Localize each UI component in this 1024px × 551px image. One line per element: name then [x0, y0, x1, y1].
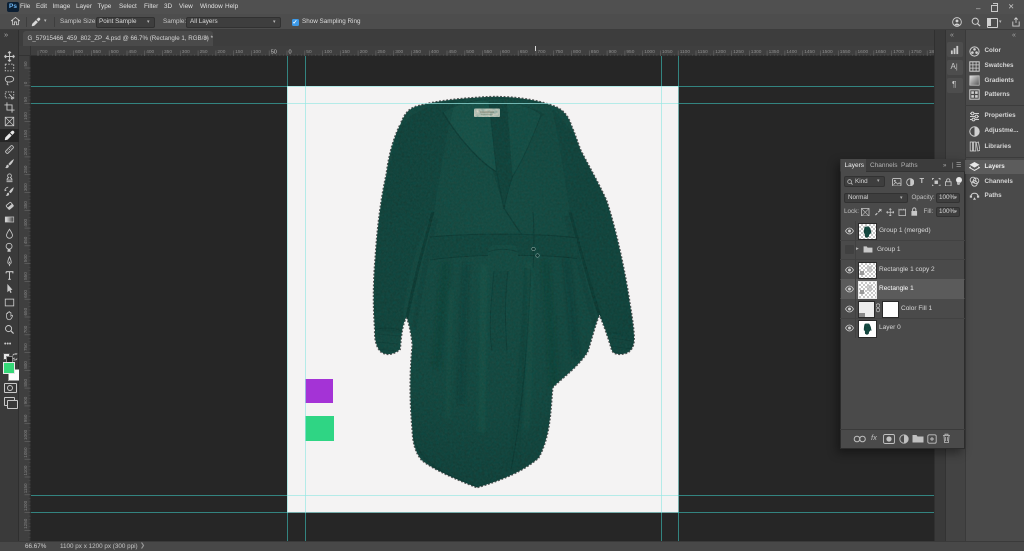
- svg-text:600: 600: [501, 49, 509, 55]
- svg-text:750: 750: [555, 49, 563, 55]
- svg-text:1750: 1750: [910, 49, 921, 55]
- svg-text:600: 600: [23, 290, 28, 298]
- svg-text:650: 650: [23, 307, 28, 315]
- svg-text:350: 350: [413, 49, 421, 55]
- svg-text:750: 750: [23, 343, 28, 351]
- svg-text:1150: 1150: [697, 49, 708, 55]
- svg-text:0: 0: [288, 50, 291, 56]
- svg-text:450: 450: [23, 236, 28, 244]
- svg-text:500: 500: [466, 49, 474, 55]
- svg-text:50: 50: [23, 61, 28, 67]
- svg-text:100: 100: [324, 49, 332, 55]
- svg-text:1300: 1300: [750, 49, 761, 55]
- svg-text:1700: 1700: [893, 49, 904, 55]
- svg-text:950: 950: [626, 49, 634, 55]
- svg-text:400: 400: [23, 218, 28, 226]
- svg-text:950: 950: [23, 414, 28, 422]
- svg-text:150: 150: [341, 49, 349, 55]
- svg-text:850: 850: [590, 49, 598, 55]
- svg-text:550: 550: [23, 272, 28, 280]
- svg-text:500: 500: [110, 49, 118, 55]
- svg-text:1250: 1250: [733, 49, 744, 55]
- svg-text:0: 0: [23, 81, 28, 84]
- svg-text:650: 650: [519, 49, 527, 55]
- svg-text:300: 300: [395, 49, 403, 55]
- svg-text:700: 700: [23, 325, 28, 333]
- svg-text:550: 550: [484, 49, 492, 55]
- svg-text:850: 850: [23, 378, 28, 386]
- svg-text:400: 400: [430, 49, 438, 55]
- svg-text:200: 200: [217, 49, 225, 55]
- svg-text:550: 550: [92, 49, 100, 55]
- svg-text:1650: 1650: [875, 49, 886, 55]
- svg-text:1050: 1050: [661, 49, 672, 55]
- svg-text:150: 150: [23, 129, 28, 137]
- svg-text:1050: 1050: [23, 447, 28, 458]
- svg-text:1150: 1150: [23, 483, 28, 493]
- svg-text:650: 650: [57, 49, 65, 55]
- svg-text:700: 700: [537, 49, 545, 55]
- svg-text:1000: 1000: [23, 429, 28, 440]
- svg-text:350: 350: [23, 201, 28, 209]
- svg-text:250: 250: [23, 165, 28, 173]
- svg-text:250: 250: [199, 49, 207, 55]
- svg-text:500: 500: [23, 254, 28, 262]
- svg-text:1600: 1600: [857, 49, 868, 55]
- svg-text:450: 450: [448, 49, 456, 55]
- svg-text:450: 450: [128, 49, 136, 55]
- svg-text:1500: 1500: [822, 49, 833, 55]
- svg-text:100: 100: [252, 49, 260, 55]
- svg-text:1250: 1250: [23, 518, 28, 529]
- svg-text:400: 400: [146, 49, 154, 55]
- svg-text:1200: 1200: [23, 500, 28, 511]
- svg-text:1450: 1450: [804, 49, 815, 55]
- svg-text:200: 200: [23, 147, 28, 155]
- svg-text:1100: 1100: [679, 49, 690, 55]
- svg-text:1550: 1550: [839, 49, 850, 55]
- svg-text:900: 900: [23, 396, 28, 404]
- svg-text:350: 350: [164, 49, 172, 55]
- svg-text:1000: 1000: [644, 49, 655, 55]
- svg-text:300: 300: [181, 49, 189, 55]
- svg-text:250: 250: [377, 49, 385, 55]
- svg-text:200: 200: [359, 49, 367, 55]
- svg-text:300: 300: [23, 183, 28, 191]
- svg-text:100: 100: [23, 112, 28, 120]
- svg-text:1100: 1100: [23, 465, 28, 475]
- svg-text:800: 800: [23, 361, 28, 369]
- svg-text:1200: 1200: [715, 49, 726, 55]
- svg-text:50: 50: [270, 50, 276, 56]
- svg-text:50: 50: [306, 49, 312, 55]
- svg-text:1400: 1400: [786, 49, 797, 55]
- svg-text:1350: 1350: [768, 49, 779, 55]
- svg-text:900: 900: [608, 49, 616, 55]
- svg-text:150: 150: [235, 49, 243, 55]
- svg-text:800: 800: [573, 49, 581, 55]
- svg-text:50: 50: [23, 97, 28, 103]
- svg-text:600: 600: [75, 49, 83, 55]
- svg-text:700: 700: [39, 49, 47, 55]
